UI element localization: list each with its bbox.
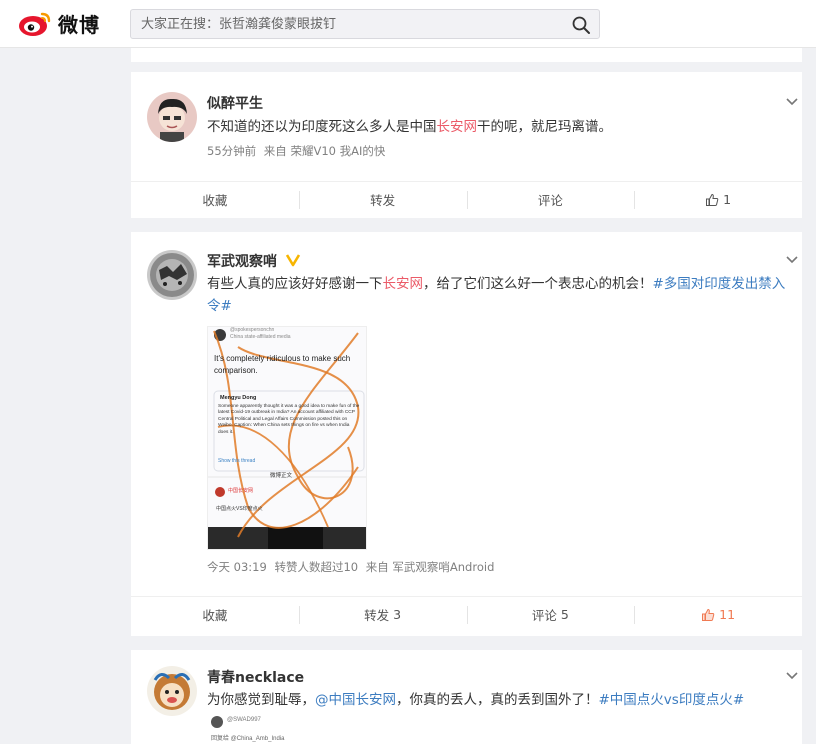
avatar[interactable] [147, 666, 197, 716]
topic-link[interactable]: #中国点火vs印度点火# [599, 692, 745, 708]
mention-link[interactable]: @中国长安网 [315, 692, 396, 708]
comment-count: 5 [560, 607, 569, 622]
comment-label: 评论 [531, 608, 557, 623]
mini-avatar-icon [211, 716, 223, 728]
comment-label: 评论 [537, 193, 563, 208]
favorite-button[interactable]: 收藏 [131, 182, 299, 217]
post-card: 似醉平生 不知道的还以为印度死这么多人是中国长安网干的呢，就尼玛离谱。 55分钟… [131, 72, 802, 218]
embedded-weibo-text: 中国点火VS印度点火 [216, 506, 263, 512]
thumbs-up-icon [706, 193, 719, 206]
embedded-weibo-user: 中国长安网 [228, 488, 254, 494]
username-row: 军武观察哨 [207, 251, 301, 271]
like-count: 11 [719, 607, 736, 622]
user-avatar-image [147, 250, 197, 300]
post-text: 不知道的还以为印度死这么多人是中国长安网干的呢，就尼玛离谱。 [207, 116, 787, 138]
post-card: 军武观察哨 有些人真的应该好好感谢一下长安网，给了它们这么好一个表忠心的机会！#… [131, 232, 802, 636]
top-nav: 微博 [0, 0, 816, 48]
repost-label: 转发 [370, 193, 396, 208]
post-time[interactable]: 55分钟前 [207, 144, 256, 158]
search-input[interactable] [141, 10, 561, 38]
post-image[interactable]: @spokespersonchn China state-affiliated … [207, 326, 367, 550]
avatar[interactable] [147, 250, 197, 300]
username[interactable]: 青春necklace [207, 667, 304, 687]
repost-label: 转发 [364, 608, 390, 623]
previous-post-bottom [131, 48, 802, 62]
show-thread-link: Show this thread [218, 458, 256, 464]
repost-button[interactable]: 转发 [298, 182, 467, 217]
repost-count: 3 [393, 607, 402, 622]
tweet-quote: It's completely ridiculous to make such … [214, 354, 351, 375]
embedded-reply: @SWAD997 回复给 @China_Amb_India [211, 716, 411, 744]
repost-button[interactable]: 转发 3 [298, 597, 467, 632]
like-button[interactable]: 1 [634, 182, 802, 217]
user-avatar-image [147, 666, 197, 716]
post-actions: 收藏 转发 3 评论 5 11 [131, 596, 802, 632]
chevron-down-icon[interactable] [784, 252, 800, 268]
quoted-user: Mengyu Dong [220, 395, 257, 401]
post-text-part: ，你真的丢人，真的丢到国外了！ [396, 692, 599, 708]
tweet-affiliation: China state-affiliated media [230, 334, 291, 340]
search-icon[interactable] [571, 15, 591, 35]
username[interactable]: 军武观察哨 [207, 254, 277, 270]
weibo-logo-icon [19, 12, 51, 36]
logo-text: 微博 [58, 12, 100, 37]
favorite-button[interactable]: 收藏 [131, 597, 299, 632]
post-text-part: 有些人真的应该好好感谢一下 [207, 276, 383, 292]
weibo-logo[interactable]: 微博 [18, 8, 108, 38]
tweet-handle: @spokespersonchn [230, 327, 275, 333]
post-card: 青春necklace 为你感觉到耻辱，@中国长安网，你真的丢人，真的丢到国外了！… [131, 650, 802, 744]
avatar[interactable] [147, 92, 197, 142]
post-actions: 收藏 转发 评论 1 [131, 181, 802, 217]
thumbs-up-icon [702, 608, 715, 621]
post-meta: 今天 03:19 转赞人数超过10 来自 军武观察哨Android [207, 559, 498, 575]
post-text: 有些人真的应该好好感谢一下长安网，给了它们这么好一个表忠心的机会！#多国对印度发… [207, 273, 787, 317]
search-box[interactable] [130, 9, 600, 39]
post-meta: 55分钟前 来自 荣耀V10 我AI的快 [207, 143, 389, 159]
highlight-keyword[interactable]: 长安网 [437, 119, 478, 135]
quoted-text: Someone apparently thought it was a good… [218, 404, 360, 435]
reply-handle: @SWAD997 [227, 717, 261, 723]
chevron-down-icon[interactable] [784, 668, 800, 684]
post-text-part: ，给了它们这么好一个表忠心的机会！ [423, 276, 653, 292]
post-repost-note: 转赞人数超过10 [274, 560, 359, 574]
post-time[interactable]: 今天 03:19 [207, 560, 267, 574]
post-source: 来自 荣耀V10 我AI的快 [263, 144, 386, 158]
post-text-part: 为你感觉到耻辱， [207, 692, 315, 708]
post-text-part: 不知道的还以为印度死这么多人是中国 [207, 119, 437, 135]
like-button[interactable]: 11 [634, 597, 802, 632]
comment-button[interactable]: 评论 5 [466, 597, 635, 632]
highlight-keyword[interactable]: 长安网 [383, 276, 424, 292]
post-text-part: 干的呢，就尼玛离谱。 [477, 119, 612, 135]
favorite-label: 收藏 [202, 193, 228, 208]
chevron-down-icon[interactable] [784, 94, 800, 110]
weibo-body-label: 微博正文 [270, 473, 293, 479]
user-avatar-image [147, 92, 197, 142]
reply-text: 回复给 @China_Amb_India [211, 736, 285, 742]
favorite-label: 收藏 [202, 608, 228, 623]
post-text: 为你感觉到耻辱，@中国长安网，你真的丢人，真的丢到国外了！#中国点火vs印度点火… [207, 689, 787, 711]
verified-badge-icon [285, 254, 300, 267]
comment-button[interactable]: 评论 [466, 182, 635, 217]
like-count: 1 [723, 192, 732, 207]
username[interactable]: 似醉平生 [207, 93, 263, 113]
post-source: 来自 军武观察哨Android [365, 560, 495, 574]
